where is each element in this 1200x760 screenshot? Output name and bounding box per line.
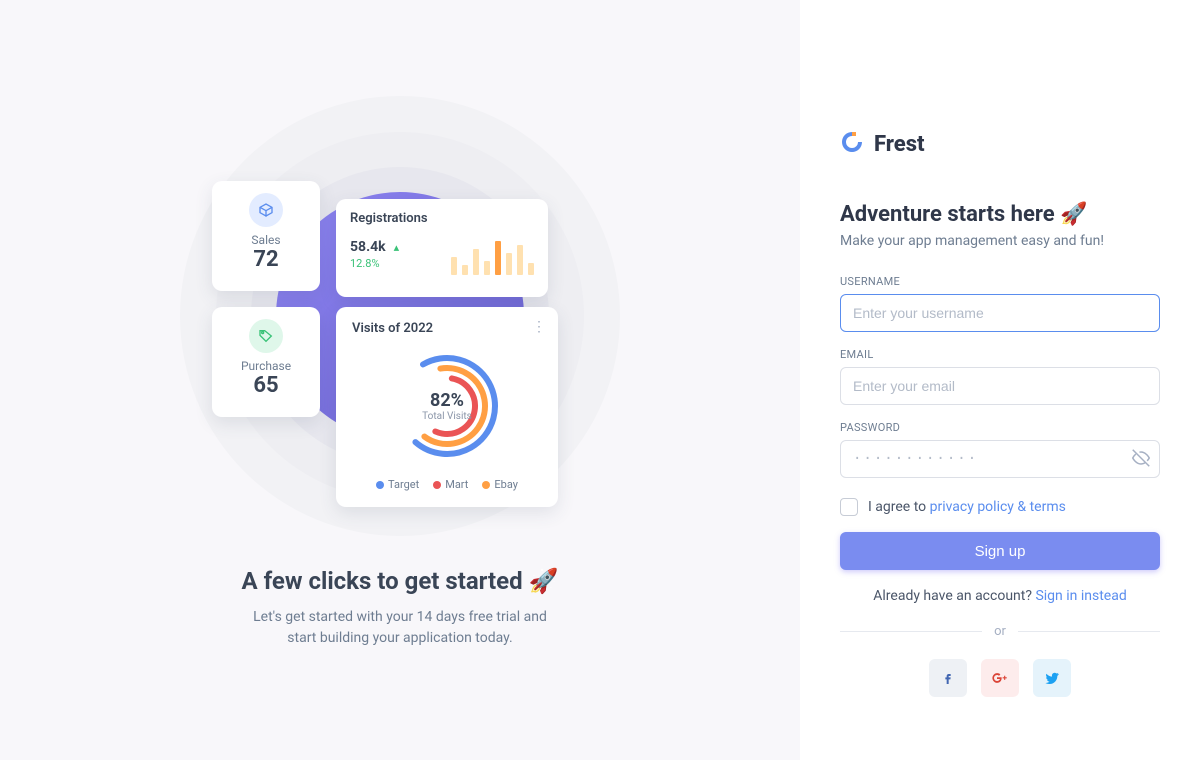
purchase-value: 65 [212, 373, 320, 398]
password-input[interactable] [840, 440, 1160, 478]
sales-value: 72 [212, 247, 320, 272]
registrations-value: 58.4k [350, 239, 386, 255]
google-plus-icon [991, 669, 1009, 687]
registrations-card: Registrations 58.4k ▴ 12.8% [336, 199, 548, 297]
have-account-text: Already have an account? [873, 588, 1035, 604]
registrations-title: Registrations [350, 211, 534, 226]
sales-label: Sales [212, 233, 320, 247]
username-input[interactable] [840, 294, 1160, 332]
username-label: USERNAME [840, 275, 1160, 288]
visits-card: Visits of 2022 ⋮ 82% Total Visits Target [336, 307, 558, 507]
visits-percent: 82% [430, 390, 464, 411]
privacy-terms-link[interactable]: privacy policy & terms [930, 499, 1066, 515]
hero-subtitle: Let's get started with your 14 days free… [240, 607, 560, 649]
facebook-icon [940, 670, 956, 686]
brand-logo-icon [840, 130, 864, 158]
visits-title: Visits of 2022 [352, 321, 542, 336]
password-label: PASSWORD [840, 421, 1160, 434]
registrations-sparkbars [451, 233, 534, 275]
visits-donut: 82% Total Visits [387, 346, 507, 466]
purchase-label: Purchase [212, 359, 320, 373]
legend-target: Target [388, 478, 419, 491]
email-label: EMAIL [840, 348, 1160, 361]
tag-icon [249, 319, 283, 353]
box-icon [249, 193, 283, 227]
eye-off-icon[interactable] [1132, 449, 1150, 471]
twitter-icon [1044, 670, 1060, 686]
visits-legend: Target Mart Ebay [352, 478, 542, 491]
hero-illustration: Sales 72 Purchase 65 Registrations 58.4k… [180, 111, 620, 521]
agree-text: I agree to [868, 499, 930, 515]
visits-percent-label: Total Visits [422, 411, 472, 422]
twitter-button[interactable] [1033, 659, 1071, 697]
sales-card: Sales 72 [212, 181, 320, 291]
divider-or: or [994, 624, 1006, 639]
hero-title: A few clicks to get started 🚀 [240, 567, 560, 595]
more-icon[interactable]: ⋮ [532, 319, 546, 335]
signin-link[interactable]: Sign in instead [1035, 588, 1126, 604]
brand-name: Frest [874, 132, 925, 157]
hero-panel: Sales 72 Purchase 65 Registrations 58.4k… [0, 0, 800, 760]
form-sub: Make your app management easy and fun! [840, 233, 1160, 249]
brand: Frest [840, 130, 1160, 158]
purchase-card: Purchase 65 [212, 307, 320, 417]
signup-button[interactable]: Sign up [840, 532, 1160, 570]
trend-up-icon: ▴ [394, 241, 400, 254]
legend-mart: Mart [445, 478, 468, 491]
google-plus-button[interactable] [981, 659, 1019, 697]
auth-panel: Frest Adventure starts here 🚀 Make your … [800, 0, 1200, 760]
email-input[interactable] [840, 367, 1160, 405]
legend-ebay: Ebay [494, 478, 518, 491]
form-headline: Adventure starts here 🚀 [840, 202, 1160, 227]
agree-checkbox[interactable] [840, 498, 858, 516]
facebook-button[interactable] [929, 659, 967, 697]
